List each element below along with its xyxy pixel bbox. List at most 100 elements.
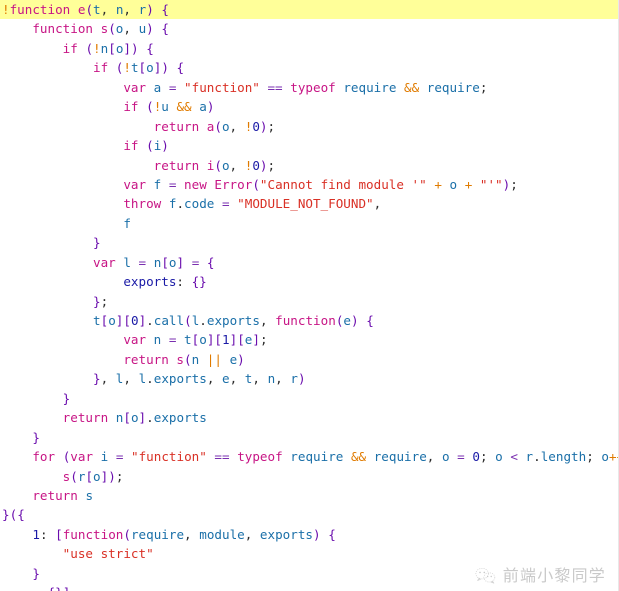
code-token: [ (138, 60, 147, 76)
code-line: var f = new Error("Cannot find module '"… (0, 175, 618, 194)
code-token: call (153, 313, 185, 328)
code-token: } (93, 293, 101, 309)
code-token: t (93, 313, 101, 328)
code-token: : (39, 526, 56, 542)
code-token: ( (85, 2, 94, 17)
code-token: } (93, 371, 101, 387)
code-token: var (123, 79, 147, 95)
source-code-block[interactable]: !function e(t, n, r) { function s(o, u) … (0, 0, 618, 591)
code-token: [ (123, 313, 131, 328)
code-token: ( (252, 176, 260, 192)
code-token: || (206, 351, 222, 367)
code-token: { (328, 526, 336, 542)
code-token: exports (206, 313, 260, 328)
code-token: { (366, 313, 374, 328)
code-token: . (533, 449, 541, 465)
code-line: var l = n[o] = { (0, 253, 618, 272)
code-token: function (32, 21, 94, 37)
code-token: require (426, 79, 480, 95)
code-token: && (176, 99, 192, 115)
code-token: == (214, 449, 230, 465)
code-viewer[interactable]: !function e(t, n, r) { function s(o, u) … (0, 0, 619, 591)
code-token: "MODULE_NOT_FOUND" (237, 196, 374, 212)
code-token: ) (351, 313, 359, 328)
code-token: . (146, 313, 154, 328)
code-token: . (176, 196, 185, 212)
code-token: r (290, 371, 298, 387)
code-token: require (130, 526, 185, 542)
code-token: 0 (472, 449, 480, 465)
code-token: ( (146, 138, 154, 154)
code-token: o (449, 176, 458, 192)
code-token: < (510, 449, 518, 465)
code-token: function (275, 313, 336, 328)
code-token: throw (123, 196, 162, 212)
code-token: ; (100, 293, 109, 309)
code-token: return (153, 157, 200, 173)
code-token: module (199, 526, 245, 542)
code-token: } (32, 429, 40, 445)
code-line: 1: [function(require, module, exports) { (0, 525, 618, 544)
code-line: }; (0, 292, 618, 311)
code-token: : (176, 274, 192, 290)
code-token: return (153, 118, 200, 134)
code-token: 0 (252, 118, 260, 134)
code-token: 0 (252, 157, 260, 173)
code-token: o (168, 254, 177, 270)
code-token: , (123, 371, 131, 387)
code-token: if (62, 40, 78, 56)
code-token: ] (252, 332, 260, 348)
code-token: ) (259, 118, 268, 134)
code-line: var a = "function" == typeof require && … (0, 78, 618, 97)
code-line: return a(o, !0); (0, 117, 618, 136)
code-token: ( (184, 313, 192, 328)
code-token: { (161, 21, 169, 37)
code-token: ) (161, 138, 169, 154)
code-token: ; (479, 79, 488, 95)
code-token: new (184, 176, 207, 192)
code-token: o (221, 118, 230, 134)
code-token: r (525, 449, 534, 465)
code-token: ( (108, 21, 116, 37)
code-line: if (!u && a) (0, 97, 618, 116)
code-token: exports (123, 274, 177, 290)
code-token: ) (131, 40, 139, 56)
code-token: ( (214, 157, 222, 173)
code-token: ; (115, 468, 124, 484)
code-token: { (146, 40, 154, 56)
code-token: "Cannot find module '" (259, 176, 427, 192)
code-token: { (206, 254, 215, 270)
code-token: } (93, 235, 101, 251)
code-token: exports (153, 410, 207, 426)
